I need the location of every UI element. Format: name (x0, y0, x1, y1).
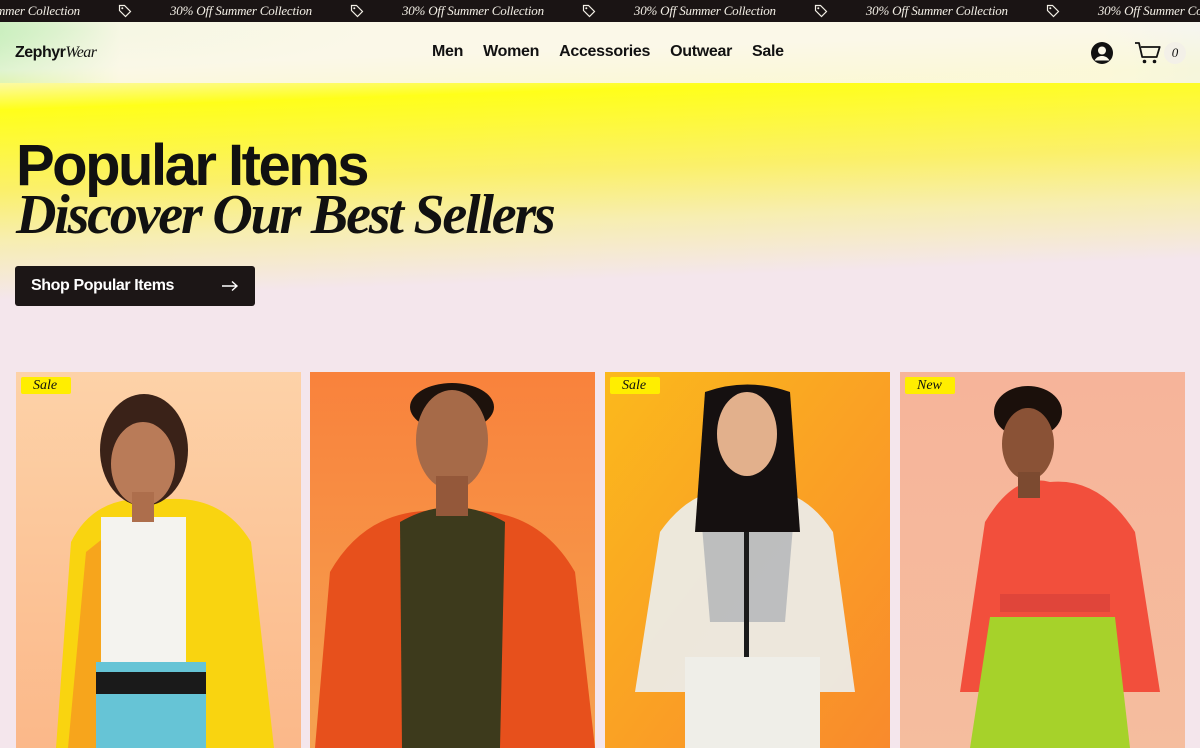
product-badge: Sale (21, 377, 71, 394)
announcement-track: 30% Off Summer Collection 30% Off Summer… (0, 0, 1200, 22)
hero-subtitle: Discover Our Best Sellers (16, 184, 556, 246)
announcement-text: 30% Off Summer Collection (633, 3, 776, 18)
nav-item-women[interactable]: Women (483, 43, 539, 61)
site-logo[interactable]: ZephyrWear (15, 44, 97, 62)
nav-item-outwear[interactable]: Outwear (670, 43, 732, 61)
cart-icon[interactable] (1134, 41, 1162, 65)
announcement-text: 30% Off Summer Collection (865, 3, 1008, 18)
tag-icon (814, 4, 828, 18)
product-card[interactable] (310, 372, 595, 748)
tag-icon (582, 4, 596, 18)
product-badge: New (905, 377, 955, 394)
logo-primary: Zephyr (15, 44, 66, 61)
product-image[interactable] (900, 372, 1185, 748)
cart-count-badge[interactable]: 0 (1164, 42, 1186, 64)
announcement-text: 30% Off Summer Collection (169, 3, 312, 18)
product-image[interactable] (605, 372, 890, 748)
announcement-text: 30% Off Summer Collection (0, 3, 80, 18)
announcement-text: 30% Off Summer Collection (1097, 3, 1200, 18)
product-image[interactable] (310, 372, 595, 748)
product-card[interactable]: Sale (605, 372, 890, 748)
account-icon[interactable] (1090, 41, 1114, 65)
site-header: ZephyrWear Men Women Accessories Outwear… (0, 22, 1200, 83)
logo-secondary: Wear (65, 44, 97, 61)
announcement-bar: 30% Off Summer Collection 30% Off Summer… (0, 0, 1200, 22)
shop-popular-button[interactable]: Shop Popular Items (15, 266, 255, 306)
nav-item-sale[interactable]: Sale (752, 43, 784, 61)
product-badge: Sale (610, 377, 660, 394)
announcement-text: 30% Off Summer Collection (401, 3, 544, 18)
product-image[interactable] (16, 372, 301, 748)
nav-item-men[interactable]: Men (432, 43, 463, 61)
announcement-item: 30% Off Summer Collection (634, 3, 866, 19)
main-nav: Men Women Accessories Outwear Sale (432, 43, 784, 61)
shop-popular-button-label: Shop Popular Items (31, 277, 175, 294)
announcement-item: 30% Off Summer Collection (0, 3, 170, 19)
product-card[interactable]: Sale (16, 372, 301, 748)
tag-icon (1046, 4, 1060, 18)
announcement-item: 30% Off Summer Collection (1098, 3, 1200, 19)
announcement-item: 30% Off Summer Collection (402, 3, 634, 19)
tag-icon (350, 4, 364, 18)
arrow-right-icon (222, 280, 239, 292)
tag-icon (118, 4, 132, 18)
product-card[interactable]: New (900, 372, 1185, 748)
announcement-item: 30% Off Summer Collection (866, 3, 1098, 19)
nav-item-accessories[interactable]: Accessories (559, 43, 650, 61)
announcement-item: 30% Off Summer Collection (170, 3, 402, 19)
